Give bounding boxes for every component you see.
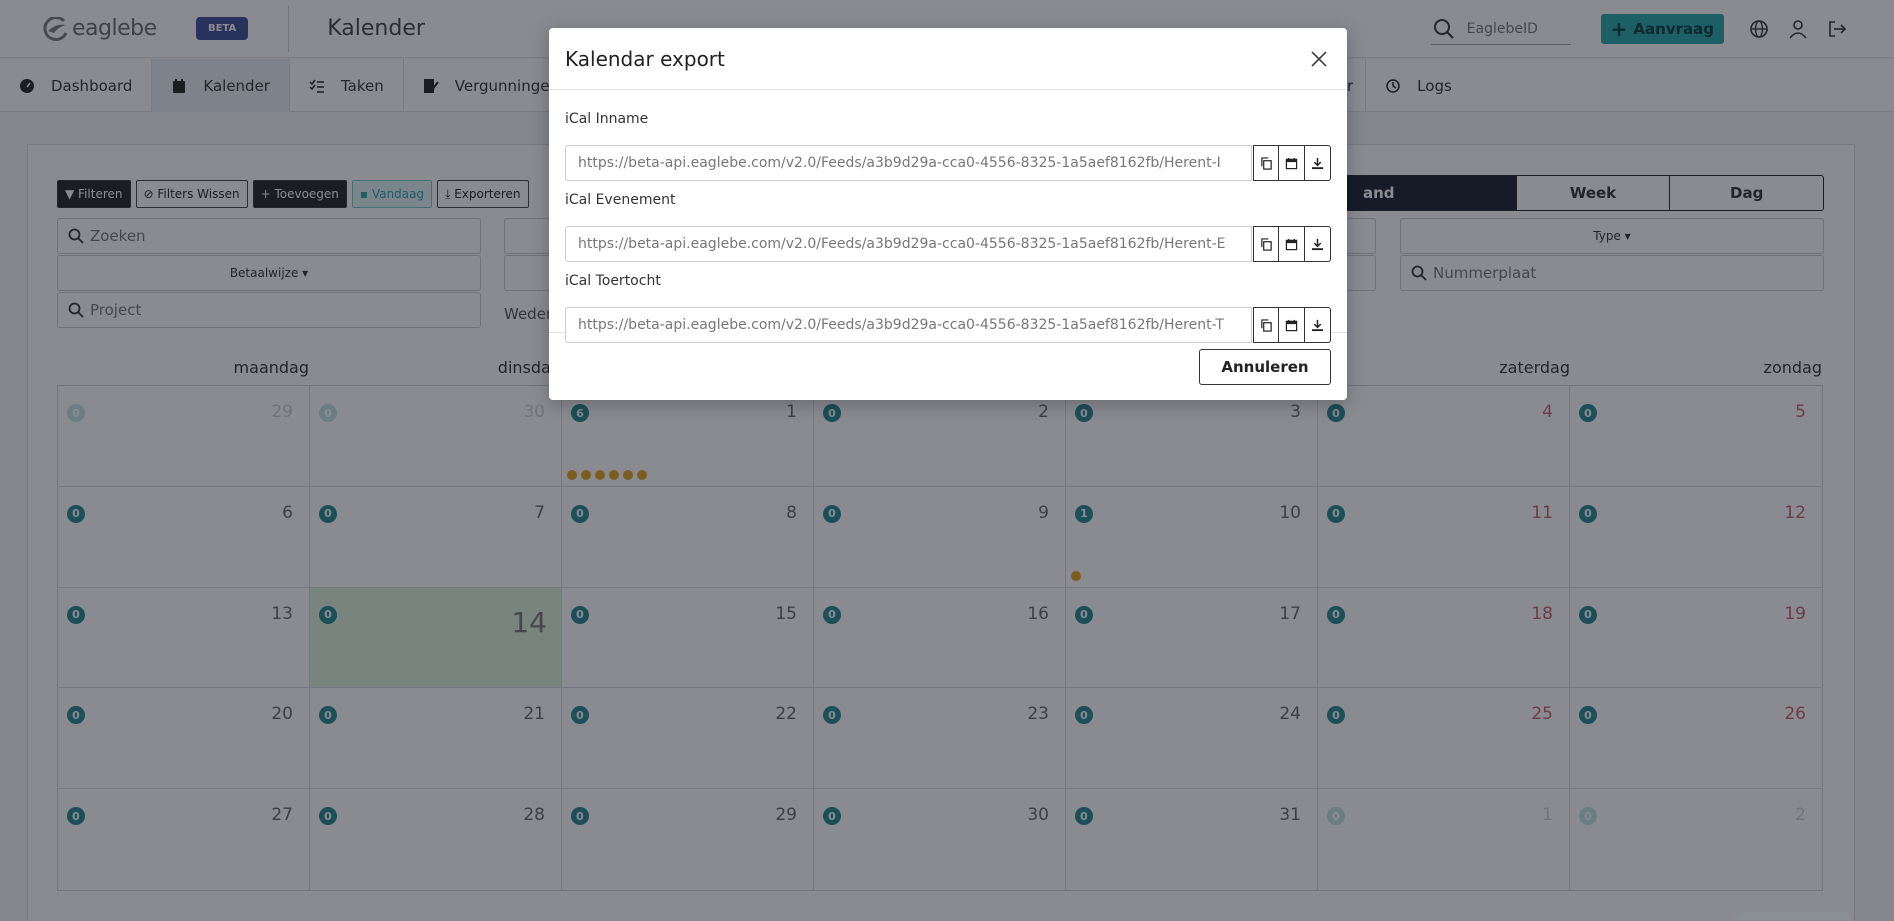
feed-url-input[interactable] [565, 307, 1252, 343]
copy-button[interactable] [1253, 226, 1279, 262]
annuleren-button[interactable]: Annuleren [1199, 349, 1331, 385]
copy-button[interactable] [1253, 307, 1279, 343]
modal-header: Kalendar export [549, 28, 1347, 90]
copy-icon [1260, 156, 1273, 170]
feed-url-input[interactable] [565, 145, 1252, 181]
bottom-tab [1734, 912, 1852, 921]
modal-title: Kalendar export [565, 46, 725, 71]
modal-body: iCal Inname iCal Evenement iCal Toertocht [549, 90, 1347, 343]
calendar-icon [1285, 238, 1298, 251]
calendar-button[interactable] [1279, 307, 1305, 343]
feed-row [565, 226, 1331, 262]
download-button[interactable] [1305, 145, 1331, 181]
copy-icon [1260, 318, 1273, 332]
copy-button[interactable] [1253, 145, 1279, 181]
download-icon [1311, 319, 1324, 332]
download-icon [1311, 157, 1324, 170]
feed-row [565, 307, 1331, 343]
export-modal: Kalendar export iCal Inname iCal Evenemen… [549, 28, 1347, 400]
feed-url-input[interactable] [565, 226, 1252, 262]
download-icon [1311, 238, 1324, 251]
copy-icon [1260, 237, 1273, 251]
feed-label: iCal Toertocht [565, 273, 661, 289]
feed-row [565, 145, 1331, 181]
calendar-button[interactable] [1279, 145, 1305, 181]
calendar-icon [1285, 319, 1298, 332]
modal-footer: Annuleren [549, 333, 1347, 401]
close-icon[interactable] [1307, 47, 1331, 71]
feed-label: iCal Evenement [565, 192, 676, 208]
calendar-button[interactable] [1279, 226, 1305, 262]
download-button[interactable] [1305, 226, 1331, 262]
download-button[interactable] [1305, 307, 1331, 343]
calendar-icon [1285, 157, 1298, 170]
feed-label: iCal Inname [565, 111, 649, 127]
